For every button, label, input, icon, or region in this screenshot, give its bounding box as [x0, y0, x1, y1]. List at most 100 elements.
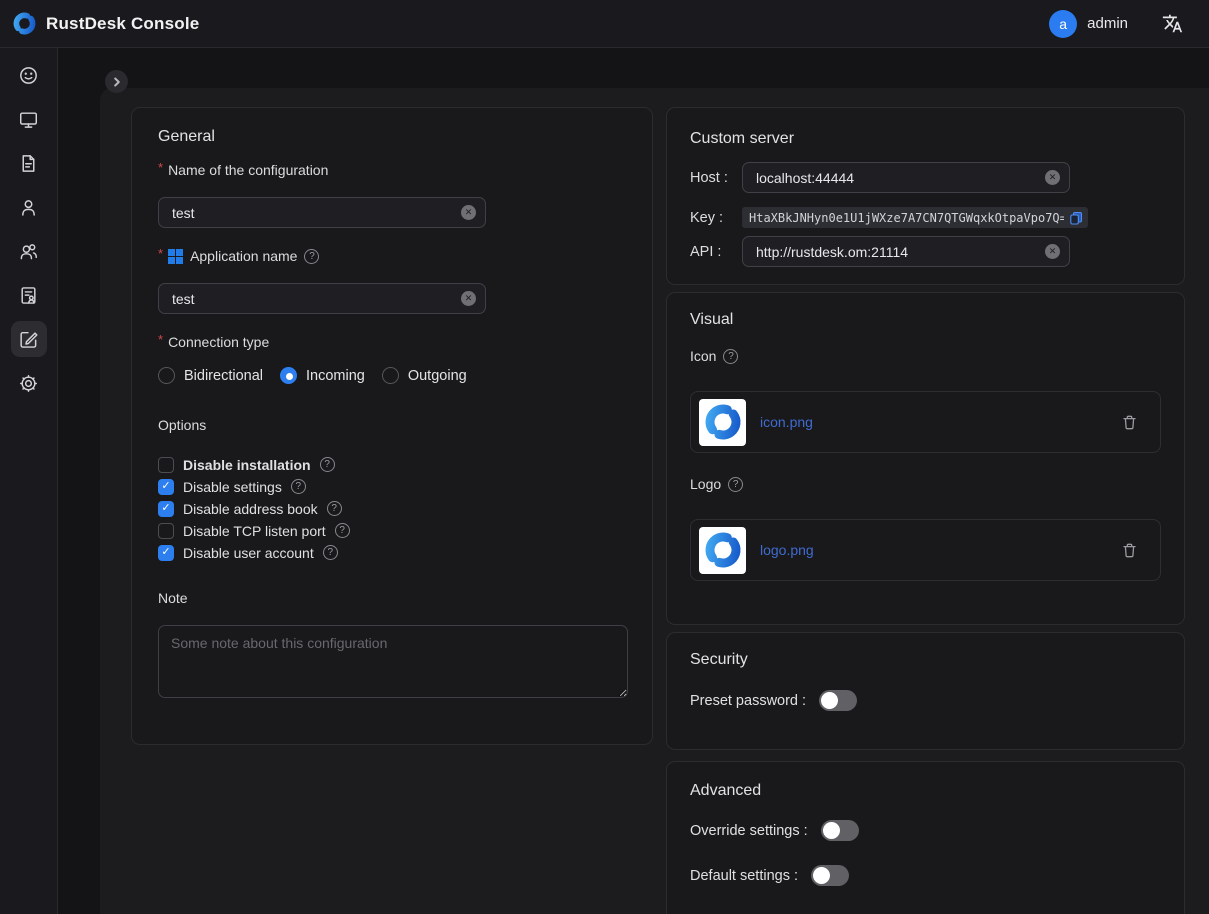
sidebar-item-logs[interactable] [11, 145, 47, 181]
app-name-field [158, 283, 486, 314]
avatar[interactable]: a [1049, 10, 1077, 38]
sidebar-item-groups[interactable] [11, 233, 47, 269]
help-icon[interactable] [320, 457, 335, 472]
sidebar-item-dashboard[interactable] [11, 57, 47, 93]
advanced-title: Advanced [690, 780, 1161, 802]
app-name-input[interactable] [158, 283, 486, 314]
visual-title: Visual [690, 309, 1161, 331]
host-label: Host : [690, 170, 742, 186]
security-card: Security Preset password : [666, 632, 1185, 750]
edit-square-icon [18, 329, 39, 350]
radio-circle [280, 367, 297, 384]
required-asterisk: * [158, 246, 163, 262]
help-icon[interactable] [728, 477, 743, 492]
checkbox-disable-user-account[interactable]: Disable user account [158, 543, 626, 562]
brand: RustDesk Console [12, 11, 199, 36]
checkbox [158, 501, 174, 517]
sidebar-item-settings[interactable] [11, 365, 47, 401]
checkbox-disable-address-book[interactable]: Disable address book [158, 499, 626, 518]
radio-outgoing[interactable]: Outgoing [382, 367, 467, 384]
help-icon[interactable] [304, 249, 319, 264]
help-icon[interactable] [323, 545, 338, 560]
host-input[interactable] [742, 162, 1070, 193]
preset-password-label: Preset password : [690, 693, 806, 709]
rustdesk-logo-icon [703, 530, 743, 570]
checkbox [158, 523, 174, 539]
sidebar-item-audit[interactable] [11, 277, 47, 313]
trash-icon[interactable] [1121, 542, 1138, 559]
icon-file-link[interactable]: icon.png [760, 414, 1107, 430]
host-field [742, 162, 1070, 193]
clear-icon[interactable] [461, 291, 476, 306]
app-name-label: * Application name [158, 246, 626, 266]
config-name-label: * Name of the configuration [158, 160, 626, 180]
smiley-icon [18, 65, 39, 86]
help-icon[interactable] [335, 523, 350, 538]
users-group-icon [18, 241, 39, 262]
logo-file-link[interactable]: logo.png [760, 542, 1107, 558]
sidebar-item-devices[interactable] [11, 101, 47, 137]
user-name[interactable]: admin [1087, 15, 1128, 32]
override-settings-row: Override settings : [690, 820, 1161, 841]
help-icon[interactable] [723, 349, 738, 364]
translate-icon[interactable] [1162, 13, 1183, 34]
host-row: Host : [690, 162, 1161, 193]
trash-icon[interactable] [1121, 414, 1138, 431]
clear-icon[interactable] [461, 205, 476, 220]
key-value-chip: HtaXBkJNHyn0e1U1jWXze7A7CN7QTGWqxkOtpaVp… [742, 207, 1088, 228]
clear-icon[interactable] [1045, 170, 1060, 185]
key-value: HtaXBkJNHyn0e1U1jWXze7A7CN7QTGWqxkOtpaVp… [749, 211, 1064, 225]
required-asterisk: * [158, 160, 163, 176]
api-field [742, 236, 1070, 267]
default-settings-toggle[interactable] [811, 865, 849, 886]
icon-file-row: icon.png [690, 391, 1161, 453]
preset-password-row: Preset password : [690, 690, 1161, 711]
topbar: RustDesk Console a admin [0, 0, 1209, 48]
radio-circle [382, 367, 399, 384]
help-icon[interactable] [291, 479, 306, 494]
radio-circle [158, 367, 175, 384]
monitor-icon [18, 109, 39, 130]
checkbox [158, 479, 174, 495]
override-settings-toggle[interactable] [821, 820, 859, 841]
logo-label: Logo [690, 474, 1161, 494]
api-row: API : [690, 236, 1161, 267]
checkbox-disable-installation[interactable]: Disable installation [158, 455, 626, 474]
document-user-icon [18, 285, 39, 306]
app-title: RustDesk Console [46, 14, 199, 34]
config-name-field [158, 197, 486, 228]
checkbox-disable-tcp-listen-port[interactable]: Disable TCP listen port [158, 521, 626, 540]
gear-icon [18, 373, 39, 394]
checkbox-disable-settings[interactable]: Disable settings [158, 477, 626, 496]
user-icon [18, 197, 39, 218]
sidebar-expand-button[interactable] [105, 70, 128, 93]
sidebar-item-custom-clients[interactable] [11, 321, 47, 357]
connection-type-label: * Connection type [158, 332, 626, 352]
logo-thumbnail [699, 527, 746, 574]
default-settings-label: Default settings : [690, 868, 798, 884]
api-input[interactable] [742, 236, 1070, 267]
note-textarea[interactable] [158, 625, 628, 698]
clear-icon[interactable] [1045, 244, 1060, 259]
help-icon[interactable] [327, 501, 342, 516]
icon-label: Icon [690, 346, 1161, 366]
document-icon [18, 153, 39, 174]
api-label: API : [690, 244, 742, 260]
key-label: Key : [690, 210, 742, 226]
key-row: Key : HtaXBkJNHyn0e1U1jWXze7A7CN7QTGWqxk… [690, 207, 1161, 228]
radio-bidirectional[interactable]: Bidirectional [158, 367, 263, 384]
general-card: General * Name of the configuration * Ap… [131, 107, 653, 745]
custom-server-card: Custom server Host : Key : HtaXBkJNHyn0e… [666, 107, 1185, 285]
options-label: Options [158, 415, 626, 435]
general-title: General [158, 126, 626, 148]
rustdesk-logo-icon [703, 402, 743, 442]
custom-server-title: Custom server [690, 128, 1161, 150]
copy-icon[interactable] [1068, 210, 1084, 226]
sidebar [0, 48, 58, 914]
preset-password-toggle[interactable] [819, 690, 857, 711]
sidebar-item-users[interactable] [11, 189, 47, 225]
radio-incoming[interactable]: Incoming [280, 367, 365, 384]
config-name-input[interactable] [158, 197, 486, 228]
options-list: Disable installation Disable settings Di… [158, 455, 626, 562]
content-area: General * Name of the configuration * Ap… [58, 48, 1209, 914]
